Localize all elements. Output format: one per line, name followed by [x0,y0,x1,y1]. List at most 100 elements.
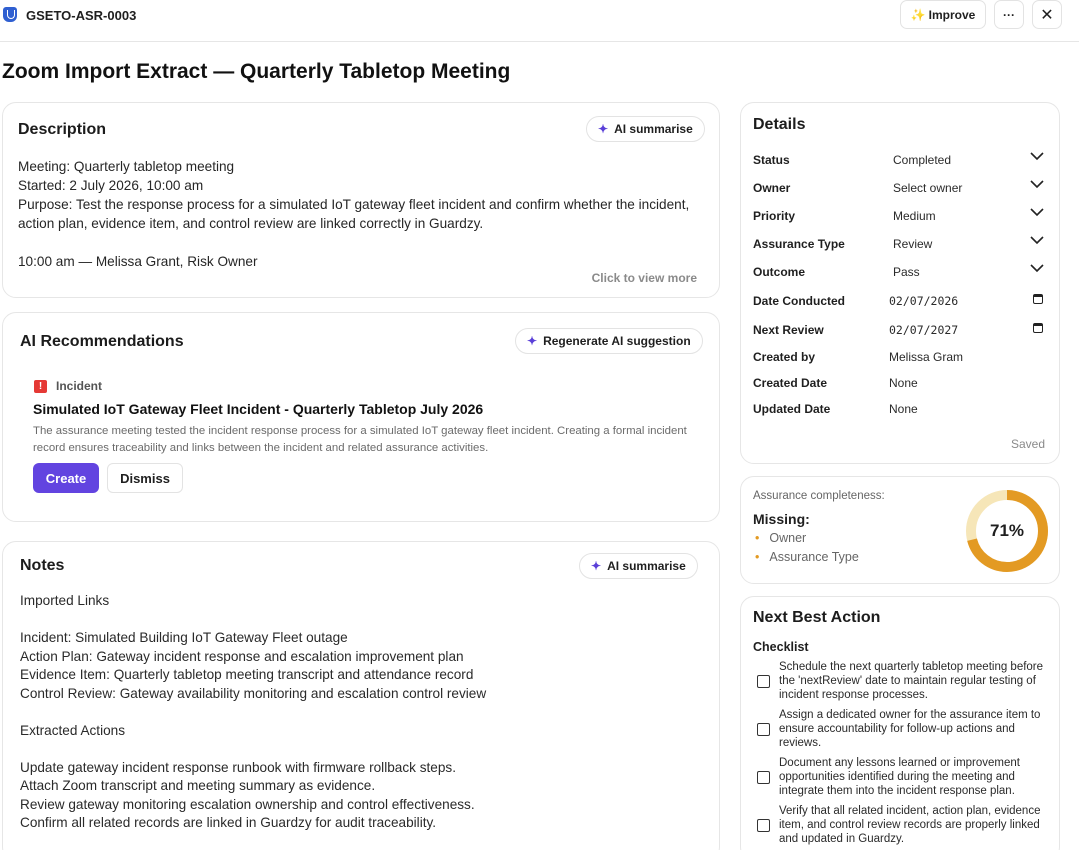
recommendation-type: Incident [56,379,103,393]
assurance-type-select[interactable]: Assurance Type Review [753,234,1044,254]
notes-line: Confirm all related records are linked i… [20,815,437,830]
notes-line: Imported Links [20,593,110,608]
notes-line: Review gateway monitoring escalation own… [20,796,475,812]
missing-list: Owner Assurance Type [755,529,859,567]
notes-line: Evidence Item: Quarterly tabletop meetin… [20,667,474,682]
created-by-value: Melissa Gram [889,350,964,364]
owner-value: Select owner [893,181,963,195]
record-id: GSETO-ASR-0003 [26,8,137,23]
saved-status: Saved [1010,437,1045,451]
checklist-checkbox[interactable] [757,675,770,688]
sparkle-icon: ✦ [591,559,602,573]
checklist-checkbox[interactable] [757,819,770,832]
description-ai-summarise-button[interactable]: ✦ AI summarise [586,116,705,142]
notes-line: Update gateway incident response runbook… [20,759,456,775]
notes-line [20,611,486,630]
priority-value: Medium [893,209,936,223]
close-button[interactable]: ✕ [1032,0,1062,29]
owner-label: Owner [753,181,791,195]
chevron-down-icon [1030,264,1044,273]
created-by-label: Created by [753,350,816,364]
date-conducted-value: 02/07/2026 [889,294,959,308]
missing-title: Missing: [753,511,810,527]
notes-line: Incident: Simulated Building IoT Gateway… [20,630,348,645]
outcome-label: Outcome [753,265,806,279]
status-value: Completed [893,153,952,167]
priority-label: Priority [753,209,796,223]
sparkle-icon: ✨ [910,7,926,22]
completeness-percent: 71% [989,521,1025,540]
checklist-checkbox[interactable] [757,723,770,736]
details-title: Details [753,116,806,133]
assurance-type-value: Review [893,237,933,251]
chevron-down-icon [1030,208,1044,217]
notes-line: Control Review: Gateway availability mon… [20,685,487,701]
ai-recommendations-card: AI Recommendations ✦ Regenerate AI sugge… [2,312,720,522]
improve-label: Improve [928,7,976,22]
completeness-label: Assurance completeness: [753,490,885,502]
checklist-title: Checklist [753,640,809,654]
close-icon: ✕ [1040,6,1054,24]
regenerate-label: Regenerate AI suggestion [543,334,691,348]
description-card: Description ✦ AI summarise Meeting: Quar… [2,102,720,298]
notes-line: Extracted Actions [20,722,126,738]
description-line: Meeting: Quarterly tabletop meeting [18,159,235,174]
page-title: Zoom Import Extract — Quarterly Tabletop… [2,60,511,83]
outcome-select[interactable]: Outcome Pass [753,262,1044,282]
view-more-link[interactable]: Click to view more [592,271,697,285]
shield-icon [3,7,17,22]
outcome-value: Pass [893,265,920,279]
created-date-value: None [889,376,918,390]
details-card: Details Status Completed Owner Select ow… [740,102,1060,464]
top-bar: GSETO-ASR-0003 ✨ Improve ··· ✕ [0,0,1079,42]
warning-icon: ! [34,380,47,393]
priority-select[interactable]: Priority Medium [753,206,1044,226]
notes-line: Attach Zoom transcript and meeting summa… [20,778,376,793]
calendar-icon[interactable] [1033,323,1043,333]
next-review-value: 02/07/2027 [889,323,959,337]
missing-item: Owner [755,529,859,548]
sparkle-icon: ✦ [598,122,609,136]
description-text: Meeting: Quarterly tabletop meeting Star… [18,157,698,271]
more-options-button[interactable]: ··· [994,0,1024,29]
notes-card: Notes ✦ AI summarise Imported Links Inci… [2,541,720,850]
notes-ai-summarise-button[interactable]: ✦ AI summarise [579,553,698,579]
notes-line [20,703,486,722]
updated-date-label: Updated Date [753,402,831,416]
notes-line: Action Plan: Gateway incident response a… [20,648,464,664]
notes-body[interactable]: Imported Links Incident: Simulated Build… [20,592,486,833]
status-select[interactable]: Status Completed [753,150,1044,170]
calendar-icon[interactable] [1033,294,1043,304]
date-conducted-input[interactable]: Date Conducted 02/07/2026 [753,291,1043,311]
created-by-row: Created by Melissa Gram [753,347,1043,367]
recommendation-description: The assurance meeting tested the inciden… [33,425,687,454]
owner-select[interactable]: Owner Select owner [753,178,1044,198]
notes-line [20,740,486,759]
next-review-label: Next Review [753,323,824,337]
checklist-checkbox[interactable] [757,771,770,784]
created-date-label: Created Date [753,376,828,390]
completeness-card: Assurance completeness: Missing: Owner A… [740,476,1060,584]
chevron-down-icon [1030,236,1044,245]
checklist-item-text: Schedule the next quarterly tabletop mee… [779,661,1044,701]
description-line: 10:00 am — Melissa Grant, Risk Owner [18,254,258,269]
chevron-down-icon [1030,180,1044,189]
ai-summarise-label: AI summarise [607,559,686,573]
description-line: Started: 2 July 2026, 10:00 am [18,178,204,193]
date-conducted-label: Date Conducted [753,294,846,308]
ai-recommendations-title: AI Recommendations [20,333,184,350]
next-best-action-card: Next Best Action Checklist Schedule the … [740,596,1060,850]
description-line [18,233,698,252]
improve-button[interactable]: ✨ Improve [900,0,986,29]
missing-item: Assurance Type [755,548,858,567]
create-button[interactable]: Create [33,463,99,493]
next-review-input[interactable]: Next Review 02/07/2027 [753,320,1043,340]
status-label: Status [753,153,790,167]
recommendation-title: Simulated IoT Gateway Fleet Incident - Q… [33,401,484,417]
updated-date-row: Updated Date None [753,399,1043,419]
chevron-down-icon [1030,152,1044,161]
regenerate-ai-suggestion-button[interactable]: ✦ Regenerate AI suggestion [515,328,703,354]
dismiss-button[interactable]: Dismiss [107,463,183,493]
ellipsis-icon: ··· [1003,7,1015,22]
description-line: Purpose: Test the response process for a… [18,197,690,231]
